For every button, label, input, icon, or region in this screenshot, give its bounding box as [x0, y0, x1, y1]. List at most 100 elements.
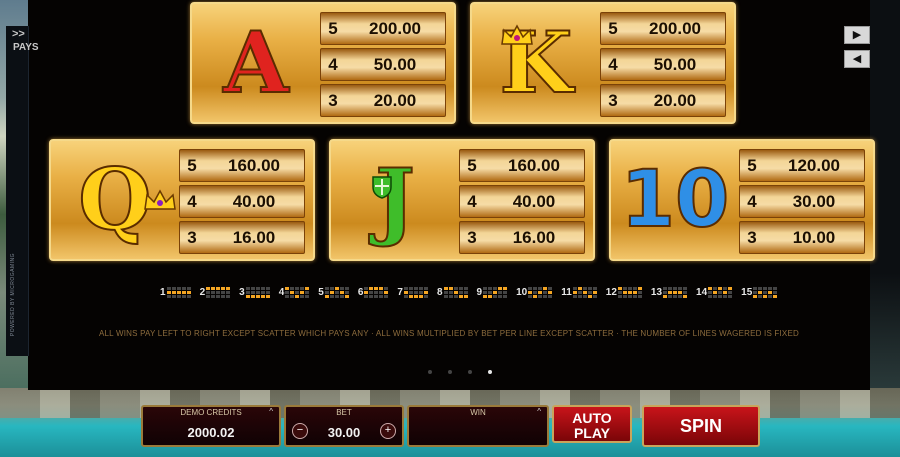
spin-button[interactable]: SPIN	[642, 405, 760, 447]
payline-item: 10	[516, 287, 553, 298]
payline-pattern	[324, 287, 349, 298]
payout-count: 4	[467, 191, 477, 211]
payline-pattern	[483, 287, 508, 298]
payout-amount: 16.00	[232, 227, 276, 247]
payout-row: 3 10.00	[739, 221, 865, 254]
payout-count: 4	[747, 191, 757, 211]
next-page-button[interactable]: ▶	[844, 26, 870, 44]
payline-item: 7	[397, 287, 428, 298]
payline-pattern	[572, 287, 597, 298]
caret-up-icon[interactable]: ^	[269, 407, 273, 416]
payline-number: 13	[650, 287, 663, 298]
paytable-card-10: 10 5 120.00 4 30.00 3 10.00	[609, 139, 875, 261]
payout-amount: 50.00	[653, 54, 697, 74]
payline-number: 14	[696, 287, 708, 298]
payout-count: 5	[187, 155, 197, 175]
payline-item: 15	[741, 287, 778, 298]
payline-pattern	[528, 287, 553, 298]
payline-number: 12	[605, 287, 617, 298]
payline-number: 3	[239, 287, 245, 298]
paytable-card-a: A 5 200.00 4 50.00 3 20.00	[190, 2, 456, 124]
symbol-q-letter: Q	[77, 150, 152, 249]
payout-row: 4 50.00	[320, 48, 446, 81]
page-dot[interactable]	[448, 370, 452, 374]
pays-side-tab[interactable]: >> PAYS POWERED BY MICROGAMING	[6, 26, 39, 356]
payline-item: 4	[279, 287, 310, 298]
payline-pattern	[708, 287, 733, 298]
payout-count: 3	[747, 227, 757, 247]
payout-count: 5	[467, 155, 477, 175]
payout-amount: 160.00	[228, 155, 280, 175]
payline-pattern	[285, 287, 310, 298]
payout-count: 4	[608, 54, 618, 74]
page-dot-active[interactable]	[488, 370, 492, 374]
payline-number: 11	[561, 287, 572, 298]
payout-list: 5 160.00 4 40.00 3 16.00	[179, 149, 305, 257]
payline-item: 5	[318, 287, 349, 298]
payline-number: 5	[318, 287, 324, 298]
payline-pattern	[443, 287, 468, 298]
payout-count: 3	[467, 227, 477, 247]
payline-pattern	[206, 287, 231, 298]
payline-pattern	[364, 287, 389, 298]
paytable-card-k: K 5 200.00 4 50.00 3 20.00	[470, 2, 736, 124]
symbol-10: 10	[619, 149, 731, 251]
payout-count: 4	[328, 54, 338, 74]
payout-row: 4 30.00	[739, 185, 865, 218]
payout-amount: 20.00	[653, 90, 697, 110]
paylines-row: 1 2 3 4 5 6 7 8 9 10 11 12 13 14 15	[160, 287, 786, 298]
payline-number: 6	[357, 287, 364, 298]
payline-number: 9	[476, 287, 483, 298]
autoplay-button[interactable]: AUTO PLAY	[552, 405, 632, 443]
payline-pattern	[403, 287, 428, 298]
payout-list: 5 200.00 4 50.00 3 20.00	[600, 12, 726, 120]
payline-pattern	[663, 287, 688, 298]
payline-item: 8	[437, 287, 468, 298]
payline-number: 10	[516, 287, 528, 298]
payout-amount: 120.00	[788, 155, 840, 175]
payline-pattern	[617, 287, 642, 298]
payout-count: 3	[608, 90, 618, 110]
pays-tab-label: PAYS	[13, 42, 39, 53]
crown-icon	[144, 189, 176, 210]
payout-count: 4	[187, 191, 197, 211]
autoplay-label-line2: PLAY	[573, 425, 611, 441]
payout-row: 3 20.00	[320, 84, 446, 117]
page-dot[interactable]	[468, 370, 472, 374]
payline-pattern	[245, 287, 270, 298]
payline-item: 13	[650, 287, 688, 298]
payout-list: 5 160.00 4 40.00 3 16.00	[459, 149, 585, 257]
payout-row: 3 16.00	[459, 221, 585, 254]
page-dot[interactable]	[428, 370, 432, 374]
payout-count: 5	[328, 18, 338, 38]
payout-count: 5	[608, 18, 618, 38]
payline-item: 9	[477, 287, 508, 298]
payout-amount: 40.00	[512, 191, 556, 211]
symbol-j: J	[339, 149, 451, 251]
paytable-card-q: Q 5 160.00 4 40.00 3 16.00	[49, 139, 315, 261]
payline-number: 7	[397, 287, 403, 298]
payout-row: 3 20.00	[600, 84, 726, 117]
payout-amount: 30.00	[792, 191, 836, 211]
payline-number: 4	[278, 287, 285, 298]
payout-count: 3	[328, 90, 338, 110]
demo-credits-value: 2000.02	[187, 425, 235, 440]
previous-page-button[interactable]: ◀	[844, 50, 870, 68]
symbol-k: K	[480, 12, 592, 114]
caret-up-icon[interactable]: ^	[537, 407, 541, 416]
payline-number: 1	[160, 287, 166, 298]
payline-item: 3	[239, 287, 270, 298]
double-chevron-right-icon: >>	[12, 28, 25, 40]
payline-number: 8	[436, 287, 443, 298]
payout-amount: 200.00	[369, 18, 421, 38]
increase-bet-button[interactable]: +	[380, 423, 396, 439]
payout-amount: 10.00	[792, 227, 836, 247]
bet-box: BET − 30.00 +	[284, 405, 404, 447]
payout-row: 5 200.00	[320, 12, 446, 45]
payout-amount: 200.00	[649, 18, 701, 38]
payline-number: 15	[741, 287, 753, 298]
payline-number: 2	[199, 287, 206, 298]
payout-row: 3 16.00	[179, 221, 305, 254]
payline-item: 14	[696, 287, 733, 298]
payline-pattern	[166, 287, 191, 298]
